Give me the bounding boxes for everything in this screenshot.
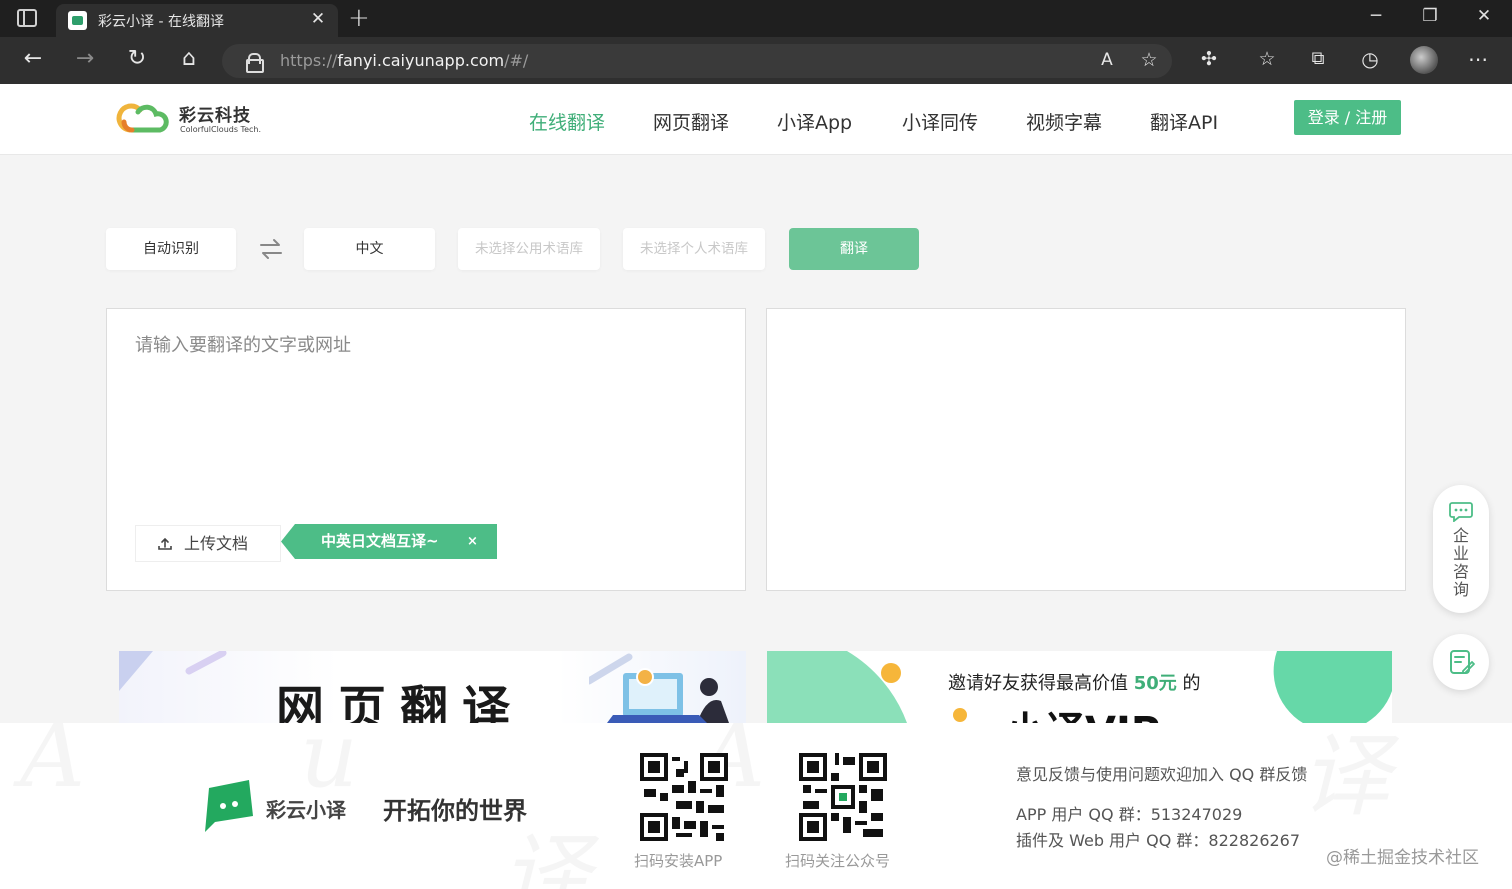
feedback-title: 意见反馈与使用问题欢迎加入 QQ 群反馈 xyxy=(1016,765,1308,784)
window-close-button[interactable]: ✕ xyxy=(1469,6,1499,26)
refresh-icon[interactable]: ↻ xyxy=(122,45,152,75)
home-icon[interactable]: ⌂ xyxy=(174,45,204,75)
qq-group-web: 插件及 Web 用户 QQ 群：822826267 xyxy=(1016,831,1301,850)
footer-slogan: 开拓你的世界 xyxy=(383,796,527,825)
source-credit: @稀土掘金技术社区 xyxy=(1326,848,1479,868)
promo-close-icon[interactable]: × xyxy=(467,524,478,559)
source-text-input[interactable] xyxy=(135,331,715,511)
more-icon[interactable]: ⋯ xyxy=(1463,45,1493,75)
favorites-icon[interactable]: ☆ xyxy=(1252,45,1282,75)
enterprise-consult-button[interactable]: 企业咨询 xyxy=(1433,485,1489,613)
feedback-edit-icon xyxy=(1450,650,1475,674)
login-register-button[interactable]: 登录 / 注册 xyxy=(1294,100,1401,135)
banner-title: 网页翻译 xyxy=(276,681,525,723)
promo-label: 中英日文档互译~ xyxy=(321,532,439,550)
add-favorite-icon[interactable]: ☆ xyxy=(1134,46,1164,76)
invite-friends-banner[interactable]: 邀请好友获得最高价值 50元 的 小译VIP xyxy=(767,651,1392,723)
qr-wechat-caption: 扫码关注公众号 xyxy=(785,852,891,870)
back-icon[interactable]: ← xyxy=(18,45,48,75)
upload-label: 上传文档 xyxy=(184,534,249,553)
public-glossary-select[interactable]: 未选择公用术语库 xyxy=(458,228,600,270)
translation-output-panel[interactable] xyxy=(766,308,1406,591)
nav-app[interactable]: 小译App xyxy=(777,108,852,135)
nav-api[interactable]: 翻译API xyxy=(1150,108,1218,135)
web-translate-banner[interactable]: 网页翻译 xyxy=(119,651,746,723)
browser-titlebar: 彩云小译 - 在线翻译 ✕ + ─ ❐ ✕ xyxy=(0,0,1512,37)
new-tab-button[interactable]: + xyxy=(348,3,370,33)
forward-icon[interactable]: → xyxy=(70,45,100,75)
cloud-logo-icon xyxy=(116,103,169,133)
qr-code-app-icon xyxy=(640,753,728,841)
site-header: 彩云科技 ColorfulClouds Tech. 在线翻译 网页翻译 小译Ap… xyxy=(0,84,1512,155)
site-footer: A u A 译 译 彩云小译 开拓你的世界 扫码安装APP 扫码关注公众号 意见… xyxy=(0,723,1512,889)
url-text[interactable]: https://fanyi.caiyunapp.com/#/ xyxy=(280,51,528,70)
window-minimize-button[interactable]: ─ xyxy=(1361,6,1391,26)
consult-label: 企业咨询 xyxy=(1452,526,1469,599)
qr-code-wechat-icon xyxy=(799,753,887,841)
extensions-icon[interactable]: ✣ xyxy=(1194,45,1224,75)
collections-icon[interactable]: ⧉ xyxy=(1303,45,1333,75)
footer-watermark: 译 xyxy=(1300,724,1390,829)
swap-languages-icon[interactable] xyxy=(258,236,284,262)
site-logo[interactable]: 彩云科技 ColorfulClouds Tech. xyxy=(116,98,276,142)
profile-avatar[interactable] xyxy=(1410,46,1438,74)
app-logo-icon xyxy=(205,780,253,832)
tab-close-icon[interactable]: ✕ xyxy=(308,9,328,29)
translate-button[interactable]: 翻译 xyxy=(789,228,919,270)
target-language-select[interactable]: 中文 xyxy=(304,228,435,270)
banner-illustration xyxy=(589,653,729,723)
logo-name: 彩云科技 xyxy=(179,106,251,126)
upload-document-button[interactable]: 上传文档 xyxy=(135,525,281,562)
banner-decoration-stripes xyxy=(119,651,227,691)
site-favicon-icon xyxy=(68,11,87,30)
upload-icon xyxy=(158,537,172,550)
tab-actions-icon[interactable] xyxy=(17,9,37,27)
nav-video-subtitles[interactable]: 视频字幕 xyxy=(1026,108,1102,135)
vip-title: 小译VIP xyxy=(1005,699,1160,723)
tab-title: 彩云小译 - 在线翻译 xyxy=(98,14,224,30)
read-aloud-icon[interactable]: A xyxy=(1092,46,1122,76)
address-bar[interactable]: https://fanyi.caiyunapp.com/#/ A ☆ xyxy=(222,44,1172,78)
history-icon[interactable]: ◷ xyxy=(1355,45,1385,75)
footer-watermark: A xyxy=(20,723,85,808)
nav-online-translate[interactable]: 在线翻译 xyxy=(529,108,605,135)
document-translate-promo[interactable]: 中英日文档互译~ × xyxy=(281,524,497,559)
source-text-panel: 上传文档 中英日文档互译~ × xyxy=(106,308,746,591)
qr-app-caption: 扫码安装APP xyxy=(634,852,723,870)
source-language-select[interactable]: 自动识别 xyxy=(106,228,236,270)
invite-text: 邀请好友获得最高价值 50元 的 xyxy=(948,673,1201,694)
nav-web-translate[interactable]: 网页翻译 xyxy=(653,108,729,135)
window-maximize-button[interactable]: ❐ xyxy=(1415,6,1445,26)
lock-icon[interactable] xyxy=(246,53,264,73)
feedback-button[interactable] xyxy=(1433,634,1489,690)
personal-glossary-select[interactable]: 未选择个人术语库 xyxy=(623,228,765,270)
qq-group-app: APP 用户 QQ 群：513247029 xyxy=(1016,805,1243,824)
footer-brand: 彩云小译 xyxy=(266,798,346,822)
chat-bubble-icon xyxy=(1449,502,1473,522)
page-content: 彩云科技 ColorfulClouds Tech. 在线翻译 网页翻译 小译Ap… xyxy=(0,84,1512,889)
logo-subtitle: ColorfulClouds Tech. xyxy=(180,125,262,134)
nav-simultaneous[interactable]: 小译同传 xyxy=(902,108,978,135)
browser-tab-active[interactable]: 彩云小译 - 在线翻译 ✕ xyxy=(56,4,338,37)
